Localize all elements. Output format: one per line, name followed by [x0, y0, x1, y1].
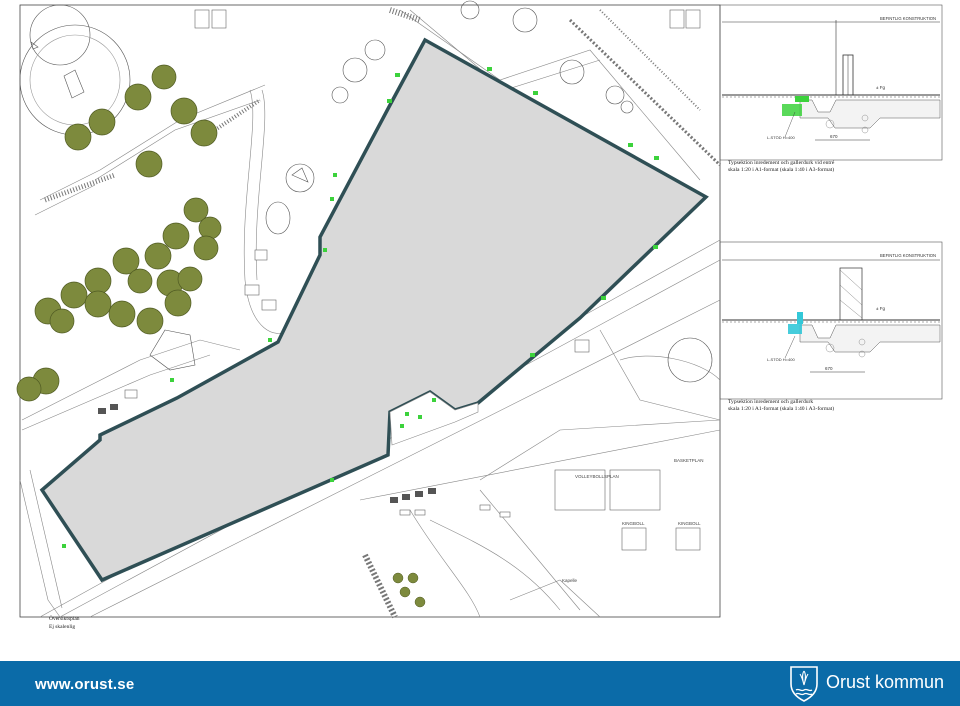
plan-label-field4: KINGBOLL: [678, 521, 701, 526]
detail-bottom-caption-line1: Typsektion inredement och gallerdurk: [728, 399, 814, 405]
small-trees: [392, 572, 426, 608]
building-footprint: [39, 37, 709, 583]
detail-bottom-level: ± Fg: [876, 306, 885, 311]
detail-top-caption: Typsektion inredement och gallerdurk vid…: [728, 160, 834, 174]
detail-bottom-dimension: 670: [825, 366, 833, 371]
detail-top-level: ± Fg: [876, 85, 885, 90]
site-plan-drawing: VOLLEYBOLLSPLAN BASKETPLAN KINGBOLL KING…: [16, 0, 943, 619]
plan-label-field1: VOLLEYBOLLSPLAN: [575, 474, 619, 479]
plan-label-field3: KINGBOLL: [622, 521, 645, 526]
plan-caption-scale: Ej skalenlig: [49, 624, 76, 630]
detail-top-caption-line2: skala 1:20 i A1-format (skala 1:40 i A3-…: [728, 167, 835, 173]
brand: Orust kommun: [786, 663, 946, 703]
orust-kommun-logo-icon: [790, 666, 818, 702]
detail-top-dimension: 670: [830, 134, 838, 139]
detail-bottom-section: BEFINTLIG KONSTRUKTION ± Fg 670 L-STÖD H…: [722, 253, 941, 373]
detail-top-post-label: L-STÖD H=400: [767, 135, 795, 140]
footer-url-link[interactable]: www.orust.se: [35, 676, 134, 693]
plan-label-field2: BASKETPLAN: [674, 458, 704, 463]
detail-bottom-caption-line2: skala 1:20 i A1-format (skala 1:40 i A3-…: [728, 406, 835, 412]
detail-top-caption-line1: Typsektion inredement och gallerdurk vid…: [728, 160, 835, 166]
plan-caption-title: Översiktsplan: [49, 616, 80, 622]
detail-bottom-caption: Typsektion inredement och gallerdurk ska…: [728, 399, 834, 413]
detail-top-section: BEFINTLIG KONSTRUKTION ± Fg 670 L-STÖD H…: [722, 16, 941, 141]
detail-bottom-post-label: L-STÖD H=400: [767, 357, 795, 362]
detail-bottom-header: BEFINTLIG KONSTRUKTION: [880, 253, 936, 258]
plan-label-road: Kapelle: [562, 578, 578, 583]
footer-bar: www.orust.se Orust kommun: [0, 661, 960, 706]
brand-name: Orust kommun: [826, 672, 945, 692]
detail-top-header: BEFINTLIG KONSTRUKTION: [880, 16, 936, 21]
